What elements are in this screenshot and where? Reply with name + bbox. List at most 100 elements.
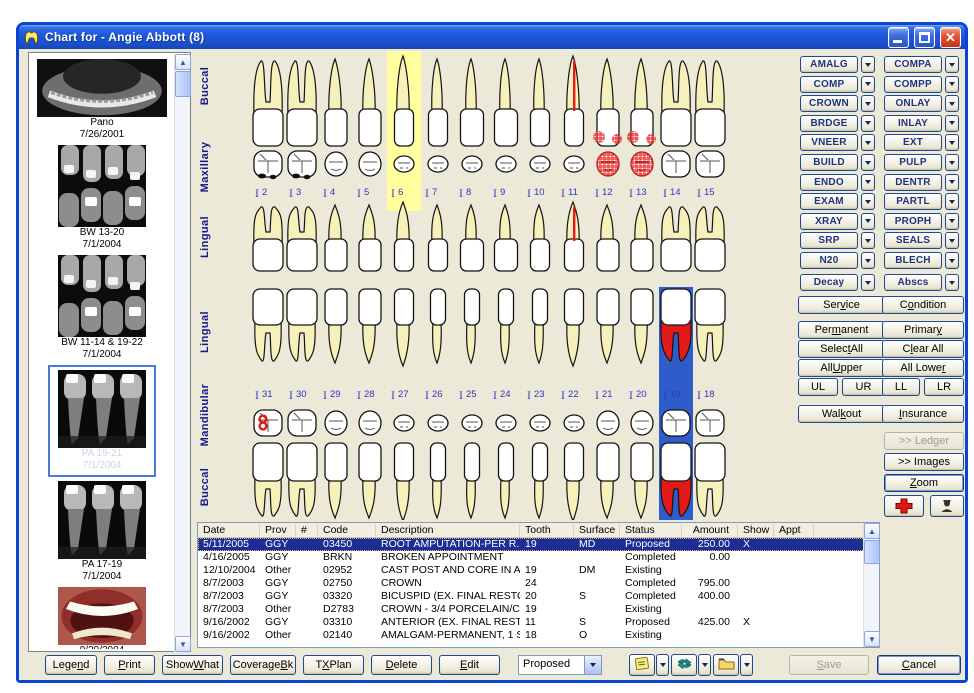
lower-arch-chart[interactable]: I31I30I29I28I27I26I25I24I23I22I21I20I19I…	[195, 287, 815, 520]
proc-button-build-dropdown[interactable]	[861, 154, 875, 171]
condition-button[interactable]: Condition	[882, 296, 964, 314]
thumbnail-pa-17-19[interactable]: PA 17-197/1/2004	[58, 481, 146, 583]
proc-button-blech[interactable]: BLECH	[884, 252, 942, 269]
tooth-marker[interactable]: I	[289, 189, 293, 200]
tooth-marker[interactable]: I	[493, 189, 497, 200]
tooth-number-31[interactable]: 31	[262, 389, 273, 400]
tooth-number-12[interactable]: 12	[602, 187, 613, 198]
procedure-table[interactable]: DateProv#CodeDescriptionToothSurfaceStat…	[197, 522, 880, 648]
proc-button-compa[interactable]: COMPA	[884, 56, 942, 73]
proc-button-inlay[interactable]: INLAY	[884, 115, 942, 132]
proc-button-srp-dropdown[interactable]	[861, 232, 875, 249]
tooth-marker[interactable]: I	[391, 189, 395, 200]
tooth-number-21[interactable]: 21	[602, 389, 613, 400]
minimize-button[interactable]	[888, 27, 909, 48]
proc-button-inlay-dropdown[interactable]	[945, 115, 959, 132]
proc-button-dentr-dropdown[interactable]	[945, 174, 959, 191]
insurance-button[interactable]: Insurance	[882, 405, 964, 423]
procedure-row-2[interactable]: 12/10/2004Other02952CAST POST AND CORE I…	[198, 564, 879, 577]
primary-button[interactable]: Primary	[882, 321, 964, 339]
proc-button-seals[interactable]: SEALS	[884, 232, 942, 249]
folder-button[interactable]	[713, 654, 739, 676]
proc-button-partl[interactable]: PARTL	[884, 193, 942, 210]
tooth-marker[interactable]: I	[323, 189, 327, 200]
bw-xray-image[interactable]	[58, 255, 146, 337]
tooth-marker[interactable]: I	[459, 391, 463, 402]
tooth-number-29[interactable]: 29	[330, 389, 341, 400]
photo-xray-image[interactable]	[58, 587, 146, 645]
table-body[interactable]: 5/11/2005GGY03450ROOT AMPUTATION-PER R..…	[198, 538, 879, 642]
column-header-description[interactable]: Description	[376, 524, 520, 537]
proc-button-compa-dropdown[interactable]	[945, 56, 959, 73]
proc-button-srp[interactable]: SRP	[800, 232, 858, 249]
print-button[interactable]: Print	[104, 655, 155, 675]
proc-button-comp-dropdown[interactable]	[861, 76, 875, 93]
proc-button-amalg-dropdown[interactable]	[861, 56, 875, 73]
tooth-marker[interactable]: I	[255, 391, 259, 402]
sync-arrows-dropdown[interactable]	[698, 654, 711, 676]
tooth-number-6[interactable]: 6	[398, 187, 403, 198]
tooth-marker[interactable]: I	[697, 189, 701, 200]
proc-button-brdge[interactable]: BRDGE	[800, 115, 858, 132]
tooth-number-11[interactable]: 11	[568, 187, 578, 198]
tooth-number-5[interactable]: 5	[364, 187, 369, 198]
proc-button-endo-dropdown[interactable]	[861, 174, 875, 191]
proc-button-proph[interactable]: PROPH	[884, 213, 942, 230]
procedure-row-3[interactable]: 8/7/2003GGY02750CROWN24Completed795.00	[198, 577, 879, 590]
tooth-number-20[interactable]: 20	[636, 389, 647, 400]
proc-button-onlay-dropdown[interactable]	[945, 95, 959, 112]
table-scrollbar[interactable]: ▲▼	[863, 523, 879, 647]
tooth-marker[interactable]: I	[357, 189, 361, 200]
scroll-down-button[interactable]: ▼	[175, 636, 191, 652]
tooth-number-4[interactable]: 4	[330, 187, 335, 198]
note-button[interactable]	[629, 654, 655, 676]
proc-button-amalg[interactable]: AMALG	[800, 56, 858, 73]
quadrant-button-lr[interactable]: LR	[924, 378, 964, 396]
upper-arch-chart[interactable]: I2I3I4I5I6I7I8I9I10I11I12I13I14I15	[195, 49, 815, 287]
proc-button-pulp[interactable]: PULP	[884, 154, 942, 171]
clear-all-button[interactable]: Clear All	[882, 340, 964, 358]
proc-button-abscs[interactable]: Abscs	[884, 274, 942, 291]
combobox-drop-button[interactable]	[584, 656, 601, 674]
tooth-number-23[interactable]: 23	[534, 389, 545, 400]
tooth-marker[interactable]: I	[629, 391, 633, 402]
folder-dropdown[interactable]	[740, 654, 753, 676]
proc-button-n20[interactable]: N20	[800, 252, 858, 269]
maximize-button[interactable]	[914, 27, 935, 48]
proc-button-vneer[interactable]: VNEER	[800, 134, 858, 151]
tooth-number-30[interactable]: 30	[296, 389, 307, 400]
tooth-number-22[interactable]: 22	[568, 389, 579, 400]
tooth-marker[interactable]: I	[629, 189, 633, 200]
note-dropdown[interactable]	[656, 654, 669, 676]
scroll-down-button[interactable]: ▼	[864, 631, 880, 647]
column-header-date[interactable]: Date	[198, 524, 260, 537]
tooth-marker[interactable]: I	[391, 391, 395, 402]
tooth-marker[interactable]: I	[459, 189, 463, 200]
tooth-number-8[interactable]: 8	[466, 187, 471, 198]
legend-button[interactable]: Legend	[45, 655, 97, 675]
thumbnail-bw-13-20[interactable]: BW 13-207/1/2004	[58, 145, 146, 251]
thumbnail-9-29-2004[interactable]: 9/29/2004	[58, 587, 146, 649]
table-header[interactable]: DateProv#CodeDescriptionToothSurfaceStat…	[198, 523, 879, 538]
proc-button-decay[interactable]: Decay	[800, 274, 858, 291]
tooth-marker[interactable]: I	[425, 189, 429, 200]
tooth-number-19[interactable]: 19	[670, 389, 681, 400]
pano-xray-image[interactable]	[37, 59, 167, 117]
all-lower-button[interactable]: All Lower	[882, 359, 964, 377]
proc-button-compp[interactable]: COMPP	[884, 76, 942, 93]
tooth-marker[interactable]: I	[357, 391, 361, 402]
select-all-button[interactable]: Select All	[798, 340, 885, 358]
column-header-appt[interactable]: Appt	[774, 524, 814, 537]
column-header-tooth[interactable]: Tooth	[520, 524, 574, 537]
save-button[interactable]: Save	[789, 655, 869, 675]
status-filter-combobox[interactable]: Proposed	[518, 655, 602, 675]
proc-button-comp[interactable]: COMP	[800, 76, 858, 93]
proc-button-crown[interactable]: CROWN	[800, 95, 858, 112]
title-bar[interactable]: Chart for - Angie Abbott (8) ✕	[19, 25, 965, 49]
thumbnail-bw-11-14-19-22[interactable]: BW 11-14 & 19-227/1/2004	[58, 255, 146, 361]
column-header-prov[interactable]: Prov	[260, 524, 296, 537]
procedure-row-6[interactable]: 9/16/2002GGY03310ANTERIOR (EX. FINAL RES…	[198, 616, 879, 629]
tooth-number-24[interactable]: 24	[500, 389, 511, 400]
tooth-marker[interactable]: I	[663, 391, 667, 402]
tooth-number-15[interactable]: 15	[704, 187, 715, 198]
